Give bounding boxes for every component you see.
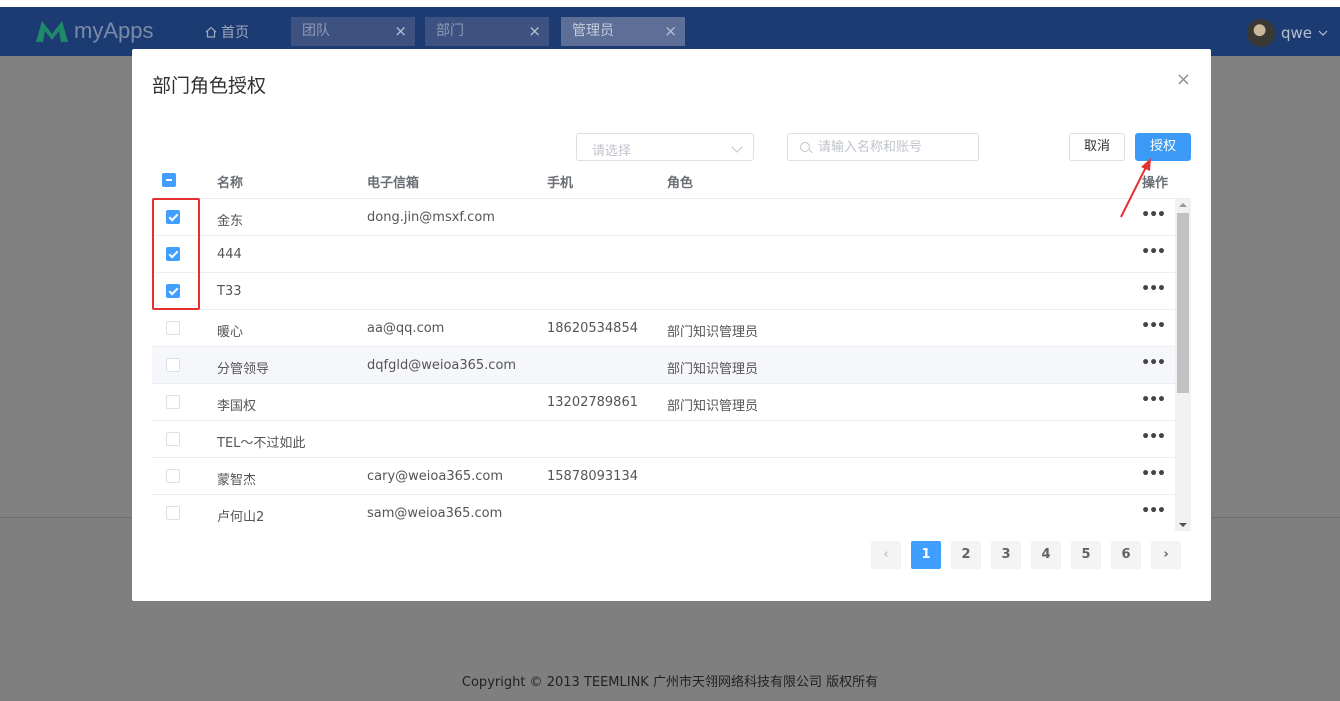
home-label: 首页: [221, 25, 249, 41]
more-actions-icon[interactable]: •••: [1141, 466, 1166, 482]
close-tab-icon[interactable]: ×: [394, 17, 407, 46]
cell-role: 部门知识管理员: [667, 362, 759, 377]
row-checkbox[interactable]: [166, 432, 180, 446]
role-authorization-dialog: 部门角色授权 × 请选择 取消 授权 名称 电子信箱 手机 角色 操作 金东 d…: [132, 49, 1211, 601]
table-row[interactable]: TEL～不过如此 •••: [152, 421, 1175, 458]
cell-email: dqfgld@weioa365.com: [367, 358, 517, 373]
cell-role: 部门知识管理员: [667, 399, 759, 414]
chevron-down-icon: [1318, 30, 1328, 36]
row-checkbox[interactable]: [166, 469, 180, 483]
page-button[interactable]: 3: [991, 541, 1021, 569]
more-actions-icon[interactable]: •••: [1141, 392, 1166, 408]
cell-phone: 15878093134: [547, 469, 638, 484]
scroll-thumb[interactable]: [1177, 213, 1189, 393]
pagination: ‹ 1 2 3 4 5 6 ›: [871, 541, 1181, 569]
table-row[interactable]: 卢何山2 sam@weioa365.com •••: [152, 495, 1175, 531]
scroll-down-icon[interactable]: [1179, 523, 1187, 527]
table-row[interactable]: 分管领导 dqfgld@weioa365.com 部门知识管理员 •••: [152, 347, 1175, 384]
select-placeholder: 请选择: [592, 144, 632, 159]
cell-name: 蒙智杰: [217, 473, 257, 488]
close-tab-icon[interactable]: ×: [528, 17, 541, 46]
dialog-title: 部门角色授权: [152, 75, 267, 97]
tab-label: 团队: [302, 23, 330, 39]
more-actions-icon[interactable]: •••: [1141, 355, 1166, 371]
cell-name: 李国权: [217, 399, 257, 414]
scroll-up-icon[interactable]: [1179, 203, 1187, 207]
cell-phone: 13202789861: [547, 395, 638, 410]
cell-phone: 18620534854: [547, 321, 638, 336]
tab-label: 部门: [436, 23, 464, 39]
app-logo[interactable]: myApps: [34, 17, 153, 45]
annotation-arrow-icon: [1120, 158, 1151, 218]
cell-name: 444: [217, 247, 242, 262]
table-row[interactable]: 金东 dong.jin@msxf.com •••: [152, 199, 1175, 236]
cell-email: aa@qq.com: [367, 321, 445, 336]
column-header-phone[interactable]: 手机: [547, 172, 573, 191]
tab-admin[interactable]: 管理员 ×: [561, 17, 685, 46]
tab-team[interactable]: 团队 ×: [291, 17, 415, 46]
more-actions-icon[interactable]: •••: [1141, 429, 1166, 445]
row-checkbox[interactable]: [166, 321, 180, 335]
user-menu[interactable]: qwe: [1246, 19, 1328, 47]
app-name: myApps: [74, 18, 154, 43]
chevron-down-icon: [731, 141, 743, 153]
role-select[interactable]: 请选择: [576, 133, 754, 161]
cell-name: TEL～不过如此: [217, 436, 306, 451]
table-row[interactable]: 暖心 aa@qq.com 18620534854 部门知识管理员 •••: [152, 310, 1175, 347]
copyright-footer: Copyright © 2013 TEEMLINK 广州市天翎网络科技有限公司 …: [461, 675, 879, 690]
cell-role: 部门知识管理员: [667, 325, 759, 340]
row-checkbox[interactable]: [166, 506, 180, 520]
cell-name: 金东: [217, 214, 244, 229]
cell-name: 卢何山2: [217, 510, 265, 525]
column-header-role[interactable]: 角色: [667, 172, 693, 191]
prev-page-button[interactable]: ‹: [871, 541, 901, 569]
select-all-checkbox[interactable]: [162, 173, 176, 187]
username: qwe: [1280, 24, 1312, 42]
more-actions-icon[interactable]: •••: [1141, 318, 1166, 334]
page-button[interactable]: 6: [1111, 541, 1141, 569]
user-table-body: 金东 dong.jin@msxf.com ••• 444 ••• T33 •••…: [152, 199, 1175, 531]
more-actions-icon[interactable]: •••: [1141, 244, 1166, 260]
tab-label: 管理员: [572, 23, 614, 39]
row-checkbox[interactable]: [166, 358, 180, 372]
table-row[interactable]: 李国权 13202789861 部门知识管理员 •••: [152, 384, 1175, 421]
home-icon: [205, 26, 217, 38]
close-tab-icon[interactable]: ×: [664, 17, 677, 46]
table-row[interactable]: T33 •••: [152, 273, 1175, 310]
more-actions-icon[interactable]: •••: [1141, 503, 1166, 519]
table-scrollbar[interactable]: [1175, 199, 1191, 531]
annotation-highlight-box: [152, 198, 200, 310]
window-top-strip: [0, 0, 1340, 7]
next-page-button[interactable]: ›: [1151, 541, 1181, 569]
search-input[interactable]: [818, 138, 973, 156]
logo-mark-icon: [36, 21, 68, 42]
row-checkbox[interactable]: [166, 395, 180, 409]
page-button[interactable]: 5: [1071, 541, 1101, 569]
cell-name: 暖心: [217, 325, 244, 340]
table-row[interactable]: 蒙智杰 cary@weioa365.com 15878093134 •••: [152, 458, 1175, 495]
cell-email: sam@weioa365.com: [367, 506, 503, 521]
page-button[interactable]: 1: [911, 541, 941, 569]
home-link[interactable]: 首页: [205, 22, 249, 42]
page-button[interactable]: 2: [951, 541, 981, 569]
cell-email: dong.jin@msxf.com: [367, 210, 495, 225]
cell-name: 分管领导: [217, 362, 270, 377]
search-icon: [800, 142, 810, 152]
avatar: [1246, 19, 1275, 47]
tab-department[interactable]: 部门 ×: [425, 17, 549, 46]
table-row[interactable]: 444 •••: [152, 236, 1175, 273]
column-header-name[interactable]: 名称: [217, 172, 243, 191]
page-button[interactable]: 4: [1031, 541, 1061, 569]
more-actions-icon[interactable]: •••: [1141, 281, 1166, 297]
column-header-email[interactable]: 电子信箱: [367, 172, 419, 191]
cell-name: T33: [217, 284, 242, 299]
cell-email: cary@weioa365.com: [367, 469, 504, 484]
table-header: 名称 电子信箱 手机 角色 操作: [152, 163, 1191, 199]
close-icon[interactable]: ×: [1176, 69, 1191, 90]
search-field[interactable]: [787, 133, 979, 161]
